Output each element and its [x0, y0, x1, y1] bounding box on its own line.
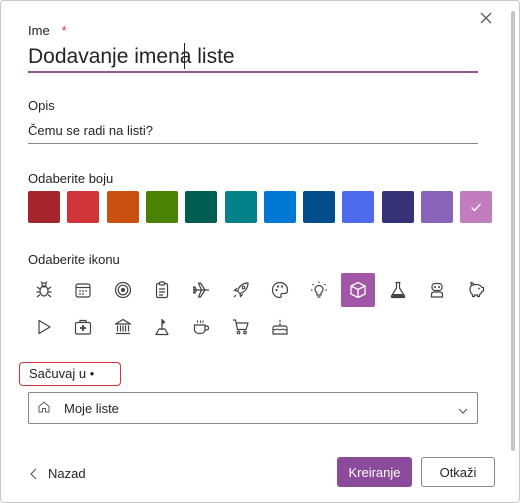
calendar-icon: [73, 280, 93, 300]
checkmark-icon: [460, 191, 492, 223]
icon-option[interactable]: [145, 273, 179, 307]
scrollbar-thumb[interactable]: [511, 11, 515, 451]
color-swatch[interactable]: [421, 191, 453, 223]
icon-option[interactable]: [302, 273, 336, 307]
save-location-label: Sačuvaj u •: [29, 366, 95, 381]
bank-icon: [113, 317, 133, 337]
icon-option[interactable]: [184, 310, 218, 344]
map-pin-icon: [152, 317, 172, 337]
name-label-text: Ime: [28, 23, 50, 38]
color-swatch[interactable]: [460, 191, 493, 223]
clipboard-icon: [152, 280, 172, 300]
icon-option[interactable]: [341, 273, 376, 307]
icon-option[interactable]: [27, 310, 61, 344]
icon-option[interactable]: [184, 273, 218, 307]
chevron-left-icon: [29, 467, 39, 480]
color-swatch[interactable]: [106, 191, 139, 223]
description-input[interactable]: Čemu se radi na listi?: [28, 121, 478, 144]
create-button[interactable]: Kreiranje: [337, 457, 412, 487]
color-swatch[interactable]: [381, 191, 414, 223]
scrollbar[interactable]: [510, 11, 516, 451]
icon-option[interactable]: [459, 273, 493, 307]
save-location-label-box: Sačuvaj u •: [19, 362, 121, 386]
icon-option[interactable]: [106, 310, 140, 344]
color-swatch[interactable]: [263, 191, 296, 223]
list-name-input[interactable]: Dodavanje imena liste: [28, 43, 478, 73]
airplane-icon: [191, 280, 211, 300]
lightbulb-icon: [309, 280, 329, 300]
color-label: Odaberite boju: [28, 171, 114, 186]
icon-option[interactable]: [66, 273, 100, 307]
home-icon: [37, 400, 51, 414]
icon-option[interactable]: [66, 310, 100, 344]
shopping-cart-icon: [231, 317, 251, 337]
target-icon: [113, 280, 133, 300]
color-swatch[interactable]: [145, 191, 178, 223]
icon-option[interactable]: [224, 310, 258, 344]
palette-icon: [270, 280, 290, 300]
color-swatch[interactable]: [67, 191, 100, 223]
chevron-down-icon: [457, 403, 469, 414]
color-swatch[interactable]: [303, 191, 336, 223]
icon-option[interactable]: [145, 310, 179, 344]
text-caret: [184, 43, 185, 69]
coffee-cup-icon: [191, 317, 211, 337]
location-dropdown[interactable]: Moje liste: [28, 392, 478, 424]
play-icon: [34, 317, 54, 337]
cancel-button[interactable]: Otkaži: [421, 457, 495, 487]
description-label: Opis: [28, 98, 55, 113]
icon-option[interactable]: [27, 273, 61, 307]
color-swatch[interactable]: [224, 191, 257, 223]
close-icon[interactable]: [477, 9, 495, 27]
color-swatch[interactable]: [185, 191, 218, 223]
create-list-dialog: Ime * Dodavanje imena liste Opis Čemu se …: [0, 0, 520, 503]
icon-label: Odaberite ikonu: [28, 252, 120, 267]
list-name-value: Dodavanje imena liste: [28, 45, 235, 68]
icon-option[interactable]: [106, 273, 140, 307]
icon-option[interactable]: [263, 273, 297, 307]
cake-icon: [270, 317, 290, 337]
icon-option[interactable]: [224, 273, 258, 307]
first-aid-kit-icon: [73, 317, 93, 337]
icon-option[interactable]: [263, 310, 297, 344]
bug-icon: [34, 280, 54, 300]
rocket-icon: [231, 280, 251, 300]
description-placeholder: Čemu se radi na listi?: [28, 123, 153, 138]
name-label: Ime *: [28, 23, 67, 38]
icon-option[interactable]: [420, 273, 454, 307]
cube-icon: [348, 280, 368, 300]
required-marker: *: [61, 23, 67, 38]
color-swatch[interactable]: [28, 191, 60, 223]
flask-icon: [388, 280, 408, 300]
color-swatch[interactable]: [342, 191, 375, 223]
back-label: Nazad: [48, 466, 86, 481]
robot-icon: [427, 280, 447, 300]
location-value: Moje liste: [64, 401, 119, 416]
icon-option[interactable]: [381, 273, 415, 307]
piggy-bank-icon: [466, 280, 486, 300]
